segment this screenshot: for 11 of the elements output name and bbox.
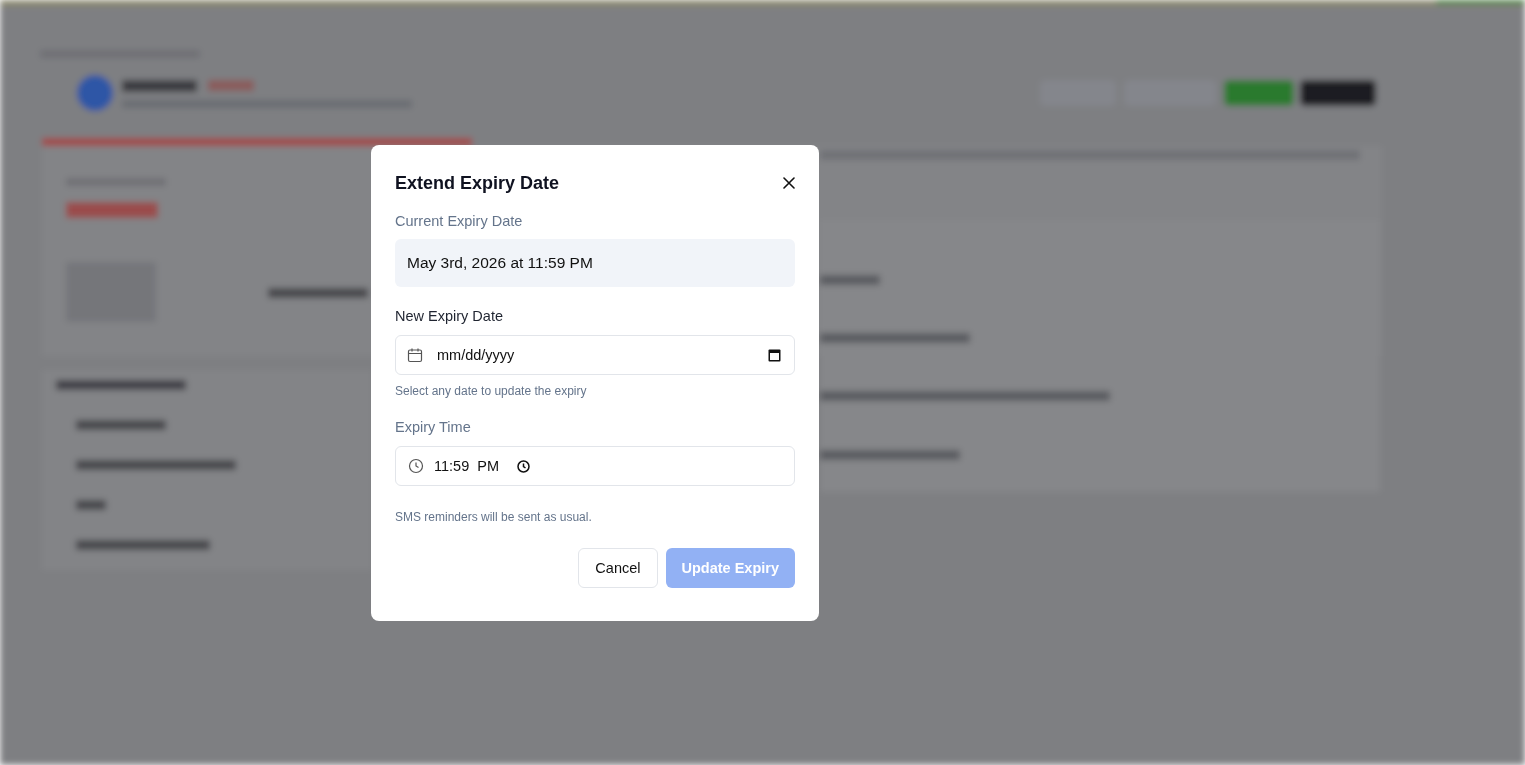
time-value: 11:59 PM bbox=[434, 458, 500, 474]
field-label: New Expiry Date bbox=[395, 308, 503, 324]
time-input-field[interactable]: 11:59 PM bbox=[395, 446, 795, 486]
dialog-button[interactable]: Cancel bbox=[578, 548, 658, 588]
hint-text: Select any date to update the expiry bbox=[395, 384, 587, 398]
date-input-field[interactable]: mm/dd/yyyy bbox=[395, 335, 795, 375]
dialog-title: Extend Expiry Date bbox=[395, 172, 560, 194]
note-text: SMS reminders will be sent as usual. bbox=[395, 510, 592, 524]
current-date-display: May 3rd, 2026 at 11:59 PM bbox=[395, 239, 795, 287]
field-label: Current Expiry Date bbox=[395, 213, 523, 229]
field-label: Expiry Time bbox=[395, 419, 471, 435]
